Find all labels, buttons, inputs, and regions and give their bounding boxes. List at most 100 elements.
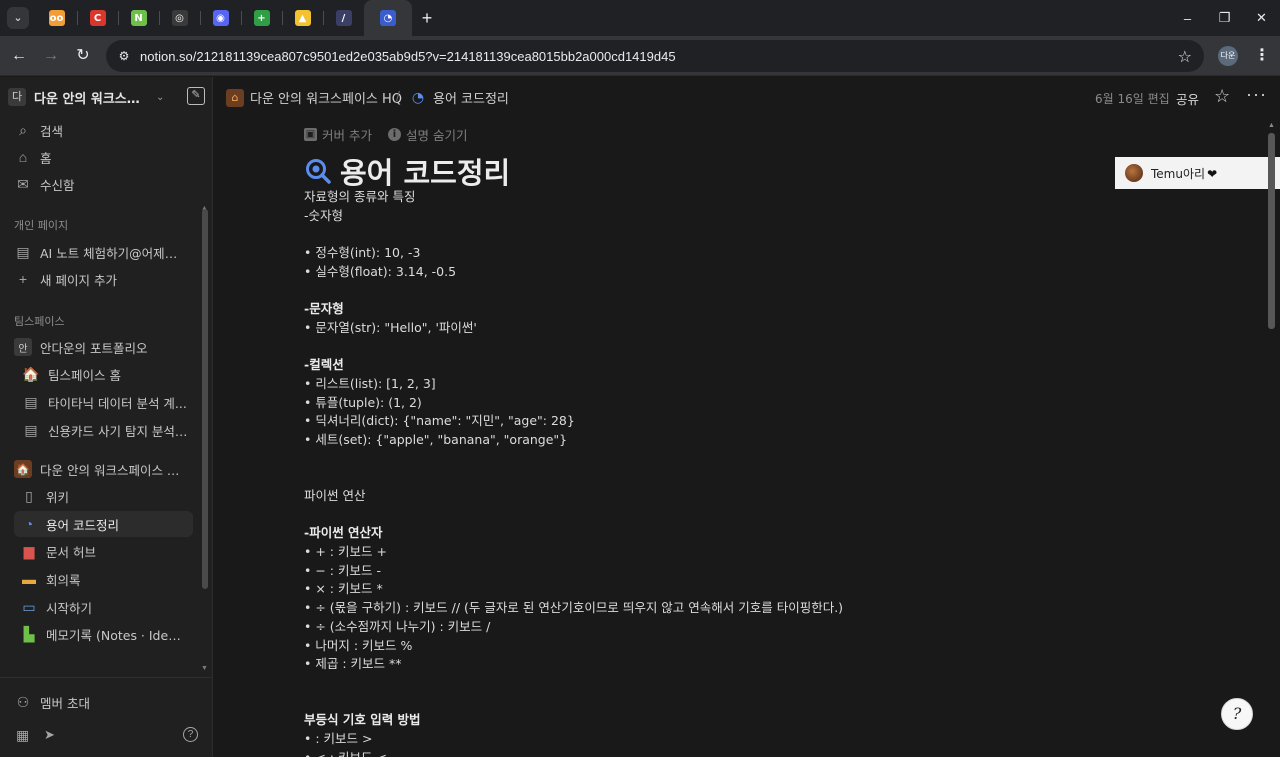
plus-icon: + — [18, 271, 28, 287]
sidebar-add-page[interactable]: + 새 페이지 추가 — [8, 266, 193, 292]
sidebar-item-home[interactable]: ⌂ 홈 — [8, 144, 193, 170]
sidebar-hq-child[interactable]: ▬ 회의록 — [14, 566, 193, 592]
help-button[interactable]: ? — [1221, 698, 1253, 730]
browser-tab[interactable]: + — [241, 0, 282, 36]
profile-avatar[interactable]: 다운 — [1218, 46, 1238, 66]
empty-block[interactable] — [304, 693, 843, 712]
help-icon[interactable]: ? — [183, 727, 198, 742]
text-block[interactable]: • ÷ (소수점까지 나누기) : 키보드 / — [304, 618, 843, 637]
sidebar-page-ai-note[interactable]: ▤ AI 노트 체험하기@어제 ... — [8, 239, 193, 265]
browser-tab[interactable]: ◉ — [200, 0, 241, 36]
sidebar-hq-child[interactable]: ▙ 메모기록 (Notes · Ideas... — [14, 621, 193, 647]
sidebar-teamspace-item[interactable]: ▤ 신용카드 사기 탐지 분석 ... — [16, 417, 193, 443]
sidebar-hq-child[interactable]: ◔ 용어 코드정리 — [14, 511, 193, 537]
search-magnifier-page-icon[interactable] — [304, 157, 332, 185]
text-block[interactable]: -컬렉션 — [304, 356, 843, 375]
text-block[interactable]: -문자형 — [304, 300, 843, 319]
reload-button[interactable]: ↻ — [72, 45, 94, 67]
sidebar-hq-child[interactable]: ▯ 위키 — [14, 483, 193, 509]
sidebar-teamspace-item[interactable]: 🏠 팀스페이스 홈 — [16, 361, 193, 387]
page-title-text[interactable]: 용어 코드정리 — [340, 150, 510, 192]
sidebar-teamspace-item[interactable]: ▤ 타이타닉 데이터 분석 계... — [16, 389, 193, 415]
browser-tab[interactable]: / — [323, 0, 364, 36]
back-button[interactable]: ← — [8, 45, 30, 67]
text-block[interactable]: • × : 키보드 * — [304, 580, 843, 599]
text-block[interactable]: • 튜플(tuple): (1, 2) — [304, 394, 843, 413]
page-title[interactable]: 용어 코드정리 — [304, 150, 510, 192]
text-block[interactable]: • 나머지 : 키보드 % — [304, 637, 843, 656]
invite-members-label: 멤버 초대 — [40, 695, 90, 711]
share-button[interactable]: 공유 — [1176, 89, 1199, 108]
text-block[interactable]: • : 키보드 > — [304, 730, 843, 749]
hide-description-button[interactable]: i 설명 숨기기 — [387, 125, 467, 144]
page-scrollbar[interactable] — [1268, 133, 1275, 329]
page-icon: ▤ — [24, 421, 38, 438]
maximize-button[interactable]: ❐ — [1206, 0, 1243, 36]
browser-tab[interactable]: ◎ — [159, 0, 200, 36]
close-window-button[interactable]: ✕ — [1243, 0, 1280, 36]
new-page-compose-icon[interactable]: ✎ — [187, 87, 205, 105]
text-block[interactable]: 부등식 기호 입력 방법 — [304, 711, 843, 730]
calendar-icon[interactable]: ▦ — [16, 727, 29, 744]
text-block[interactable]: • 문자열(str): "Hello", '파이썬' — [304, 319, 843, 338]
text-block[interactable]: • < : 키보드 < — [304, 749, 843, 757]
empty-block[interactable] — [304, 450, 843, 469]
browser-tab[interactable]: N — [118, 0, 159, 36]
text-block[interactable]: • 실수형(float): 3.14, -0.5 — [304, 263, 843, 282]
site-info-icon[interactable]: ⚙ — [116, 48, 132, 64]
empty-block[interactable] — [304, 468, 843, 487]
empty-block[interactable] — [304, 338, 843, 357]
text-block[interactable]: • 정수형(int): 10, -3 — [304, 244, 843, 263]
text-block[interactable]: • + : 키보드 + — [304, 543, 843, 562]
browser-menu-button[interactable]: ⋮ — [1254, 45, 1270, 65]
new-tab-button[interactable]: + — [412, 0, 442, 36]
empty-block[interactable] — [304, 281, 843, 300]
sidebar-item-search[interactable]: ⌕ 검색 — [8, 117, 193, 143]
address-bar[interactable]: ⚙ notion.so/212181139cea807c9501ed2e035a… — [106, 40, 1204, 72]
sidebar-teamspace-item[interactable]: 안 안다운의 포트폴리오 — [8, 334, 193, 360]
add-cover-button[interactable]: ▣ 커버 추가 — [304, 125, 372, 144]
browser-tab[interactable]: ◔ — [364, 0, 412, 36]
sidebar-item-inbox[interactable]: ✉ 수신함 — [8, 171, 193, 197]
url-text[interactable]: notion.so/212181139cea807c9501ed2e035ab9… — [140, 49, 676, 64]
sidebar-hq-item[interactable]: 🏠 다운 안의 워크스페이스 HQ — [8, 456, 193, 482]
forward-button[interactable]: → — [40, 45, 62, 67]
tab-list: oo C N ◎ ◉ + ▲ / ◔ + — [36, 0, 442, 36]
browser-tab[interactable]: C — [77, 0, 118, 36]
bookmark-star-icon[interactable]: ☆ — [1178, 47, 1192, 67]
breadcrumb-current[interactable]: ◔ 용어 코드정리 — [409, 88, 509, 108]
favorite-star-icon[interactable]: ☆ — [1214, 86, 1230, 107]
sidebar-hq-child-label: 위키 — [46, 489, 70, 505]
text-block[interactable]: • 제곱 : 키보드 ** — [304, 655, 843, 674]
text-block[interactable]: • 딕셔너리(dict): {"name": "지민", "age": 28} — [304, 412, 843, 431]
inbox-icon: ✉ — [17, 175, 29, 192]
browser-tab[interactable]: oo — [36, 0, 77, 36]
empty-block[interactable] — [304, 225, 843, 244]
text-block[interactable]: 파이썬 연산 — [304, 487, 843, 506]
page-body[interactable]: 자료형의 종류와 특징 -숫자형 • 정수형(int): 10, -3 • 실수형(f… — [304, 188, 843, 757]
sidebar-scrollbar[interactable] — [202, 209, 208, 589]
sidebar-hq-child[interactable]: ▆ 문서 허브 — [14, 538, 193, 564]
tab-search-button[interactable]: ⌄ — [7, 7, 29, 29]
breadcrumb-root[interactable]: ⌂ 다운 안의 워크스페이스 HQ — [226, 88, 402, 107]
send-icon[interactable]: ➤ — [44, 727, 55, 743]
sidebar-scroll-down-arrow[interactable]: ▼ — [201, 665, 208, 672]
sidebar-hq-child[interactable]: ▭ 시작하기 — [14, 594, 193, 620]
invite-members-button[interactable]: ⚇ 멤버 초대 — [8, 689, 193, 715]
more-options-icon[interactable]: ··· — [1246, 84, 1267, 105]
text-block[interactable]: -파이썬 연산자 — [304, 524, 843, 543]
comment-presence-pill[interactable]: Temu아리 ❤ — [1115, 157, 1280, 189]
minimize-button[interactable]: – — [1169, 0, 1206, 36]
text-block[interactable]: -숫자형 — [304, 207, 843, 226]
browser-tab-strip: ⌄ oo C N ◎ ◉ + ▲ / ◔ + – ❐ ✕ — [0, 0, 1280, 36]
empty-block[interactable] — [304, 674, 843, 693]
text-block[interactable]: • − : 키보드 - — [304, 562, 843, 581]
page-scroll-up-arrow[interactable]: ▲ — [1268, 122, 1275, 129]
text-block[interactable]: • 세트(set): {"apple", "banana", "orange"} — [304, 431, 843, 450]
browser-tab[interactable]: ▲ — [282, 0, 323, 36]
empty-block[interactable] — [304, 506, 843, 525]
text-block[interactable]: • ÷ (몫을 구하기) : 키보드 // (두 글자로 된 연산기호이므로 띄… — [304, 599, 843, 618]
workspace-switcher[interactable]: 다 다운 안의 워크스페이스 ⌄ ✎ — [8, 86, 205, 108]
text-block[interactable]: • 리스트(list): [1, 2, 3] — [304, 375, 843, 394]
text-block[interactable]: 자료형의 종류와 특징 — [304, 188, 843, 207]
